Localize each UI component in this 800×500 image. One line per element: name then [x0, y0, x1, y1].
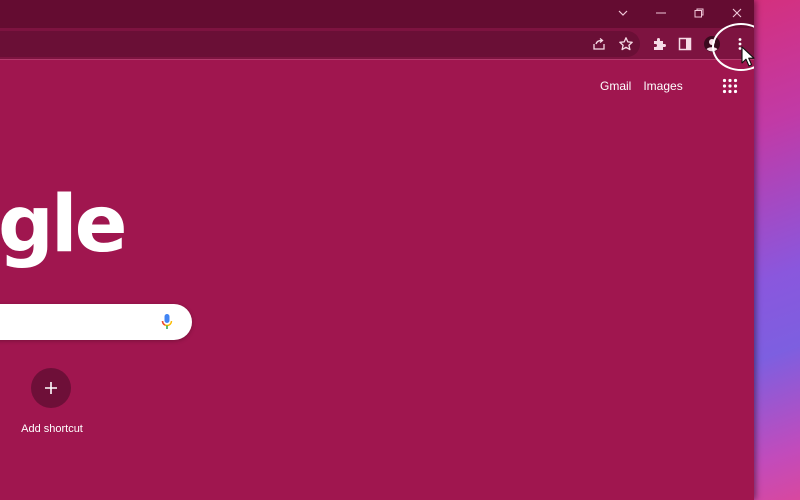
plus-icon [45, 382, 57, 394]
minimize-icon [656, 12, 666, 14]
close-icon [732, 8, 742, 18]
share-icon [593, 37, 605, 50]
google-logo: gle [0, 180, 127, 270]
browser-toolbar [0, 28, 754, 60]
profile-button[interactable] [699, 31, 725, 57]
title-bar [0, 0, 754, 28]
minimize-button[interactable] [642, 0, 680, 26]
profile-icon [704, 36, 720, 52]
add-shortcut-button[interactable] [31, 368, 71, 408]
side-panel-button[interactable] [672, 31, 698, 57]
images-link[interactable]: Images [643, 79, 682, 93]
add-shortcut-label: Add shortcut [21, 423, 83, 435]
mouse-cursor-icon [741, 46, 755, 67]
close-window-button[interactable] [718, 0, 754, 26]
apps-grid-icon [722, 78, 738, 94]
chevron-down-icon [618, 10, 628, 16]
share-button[interactable] [586, 31, 612, 57]
top-links: Gmail Images [600, 78, 683, 94]
microphone-icon [161, 314, 173, 329]
extensions-icon [654, 38, 666, 50]
add-shortcut-tile[interactable]: Add shortcut [0, 368, 104, 448]
browser-window: Gmail Images gle Add shortcut [0, 0, 754, 500]
restore-icon [694, 8, 704, 18]
google-apps-button[interactable] [719, 75, 741, 97]
side-panel-icon [678, 37, 692, 51]
gmail-link[interactable]: Gmail [600, 79, 631, 93]
star-icon [619, 37, 633, 51]
desktop-wallpaper [754, 0, 800, 500]
restore-button[interactable] [680, 0, 718, 26]
tab-search-button[interactable] [604, 0, 642, 26]
extensions-button[interactable] [646, 31, 672, 57]
bookmark-star-button[interactable] [613, 31, 639, 57]
address-bar[interactable] [0, 31, 640, 57]
voice-search-button[interactable] [160, 313, 174, 331]
